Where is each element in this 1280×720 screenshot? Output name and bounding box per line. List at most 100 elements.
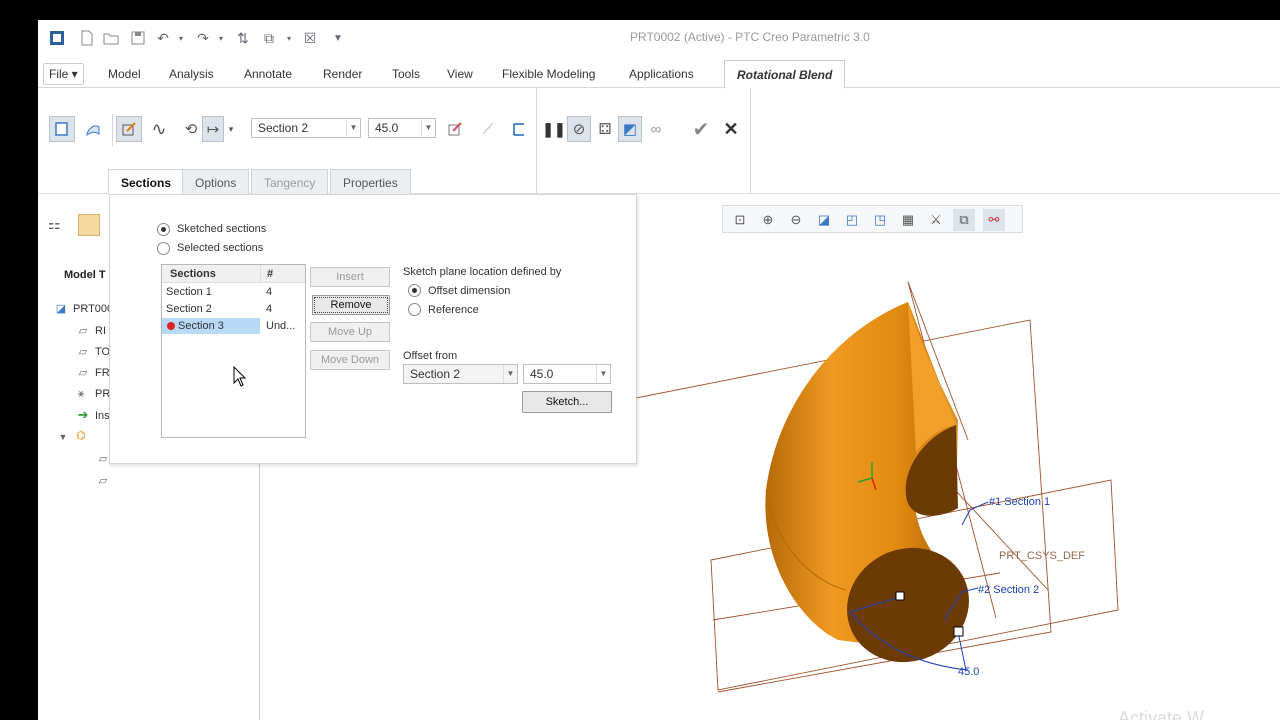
section1-label[interactable]: #1 Section 1 xyxy=(989,496,1050,508)
no-preview-icon[interactable]: ⊘ xyxy=(567,116,591,142)
rotation-axis-icon[interactable]: ⟲ xyxy=(178,116,204,142)
csys-icon: ⚹ xyxy=(77,388,85,400)
angle-dimension-label[interactable]: 45.0 xyxy=(958,666,979,678)
tree-item-top[interactable]: TO xyxy=(95,346,110,358)
datum-plane-icon: ▱ xyxy=(78,346,88,358)
thicken-icon[interactable] xyxy=(506,116,532,142)
remove-button[interactable]: Remove xyxy=(312,295,390,315)
drag-handle[interactable] xyxy=(953,626,964,637)
radio-reference[interactable] xyxy=(408,303,421,316)
tab-model[interactable]: Model xyxy=(100,62,149,86)
table-row[interactable]: Section 2 4 xyxy=(162,301,305,317)
model-tree-tab-icon[interactable]: ⚏ xyxy=(48,216,68,236)
dashboard-tab-tangency[interactable]: Tangency xyxy=(251,169,329,195)
preview-mesh-icon[interactable]: ⚃ xyxy=(593,116,617,142)
repaint-icon[interactable]: ◪ xyxy=(813,209,835,231)
column-header-sections: Sections xyxy=(162,265,260,283)
preview-geometry-icon[interactable]: ◩ xyxy=(618,116,642,142)
tab-analysis[interactable]: Analysis xyxy=(161,62,222,86)
chevron-down-icon: ▼ xyxy=(346,119,360,137)
angle-value-combo[interactable]: 45.0 ▼ xyxy=(368,118,436,138)
radio-selected-sections[interactable] xyxy=(157,242,170,255)
redo-dropdown-icon[interactable]: ▾ xyxy=(212,29,230,47)
tree-item-insert-here[interactable]: Ins xyxy=(95,410,110,422)
table-row[interactable]: Section 3 Und... xyxy=(162,318,305,334)
expand-arrow-icon[interactable]: ▼ xyxy=(56,430,70,444)
accept-check-icon[interactable]: ✔ xyxy=(688,116,714,142)
app-logo-icon[interactable] xyxy=(48,29,66,47)
tree-root[interactable]: PRT000 xyxy=(73,303,113,315)
cancel-x-icon[interactable]: ✕ xyxy=(718,116,744,142)
undo-icon[interactable]: ↶ xyxy=(154,29,172,47)
solid-icon[interactable] xyxy=(49,116,75,142)
perspective-icon[interactable]: ⚔ xyxy=(925,209,947,231)
sketch-icon: ▱ xyxy=(98,475,108,487)
csys-label[interactable]: PRT_CSYS_DEF xyxy=(999,550,1085,562)
section-name: Section 1 xyxy=(166,286,212,298)
table-row[interactable]: Section 1 4 xyxy=(162,284,305,300)
dashboard-tab-properties[interactable]: Properties xyxy=(330,169,411,195)
location-label: Sketch plane location defined by xyxy=(403,266,562,278)
zoom-out-icon[interactable]: ⊖ xyxy=(785,209,807,231)
chevron-down-icon: ▼ xyxy=(421,119,435,137)
angle-dimension-icon[interactable]: ↦ xyxy=(202,116,224,142)
selected-sections-icon[interactable]: ∿ xyxy=(146,116,172,142)
tree-item-right[interactable]: RI xyxy=(95,325,106,337)
zoom-in-icon[interactable]: ⊕ xyxy=(757,209,779,231)
windows-icon[interactable]: ⧉ xyxy=(260,29,278,47)
customize-qat-icon[interactable]: ▼ xyxy=(329,29,347,47)
sketch-button[interactable]: Sketch... xyxy=(522,391,612,413)
verify-glasses-icon[interactable]: ∞ xyxy=(644,116,668,142)
drag-handle[interactable] xyxy=(895,591,905,601)
radio-sketched-sections[interactable] xyxy=(157,223,170,236)
folder-browser-tab-icon[interactable] xyxy=(78,214,100,236)
save-icon[interactable] xyxy=(129,29,147,47)
model-tree-header: Model T xyxy=(64,269,106,281)
offset-value-combo[interactable]: 45.0 ▼ xyxy=(523,364,611,384)
tab-tools[interactable]: Tools xyxy=(384,62,428,86)
remove-material-icon[interactable]: ⟋ xyxy=(475,116,501,142)
undo-dropdown-icon[interactable]: ▾ xyxy=(172,29,190,47)
blend-feature-icon: ⌬ xyxy=(76,430,86,442)
windows-dropdown-icon[interactable]: ▾ xyxy=(280,29,298,47)
surface-icon[interactable] xyxy=(80,116,106,142)
redo-icon[interactable]: ↷ xyxy=(194,29,212,47)
offset-value: 45.0 xyxy=(530,367,554,381)
tab-flexible-modeling[interactable]: Flexible Modeling xyxy=(494,62,603,86)
new-file-icon[interactable] xyxy=(78,29,96,47)
chevron-down-icon: ▼ xyxy=(596,365,610,383)
insert-button[interactable]: Insert xyxy=(310,267,390,287)
radio-offset-dimension-label: Offset dimension xyxy=(428,285,511,297)
pause-icon[interactable]: ❚❚ xyxy=(541,116,567,142)
offset-from-combo[interactable]: Section 2 ▼ xyxy=(403,364,518,384)
tab-annotate[interactable]: Annotate xyxy=(236,62,300,86)
view-manager-icon[interactable]: ▦ xyxy=(897,209,919,231)
tree-item-front[interactable]: FR xyxy=(95,367,110,379)
tab-applications[interactable]: Applications xyxy=(621,62,702,86)
close-window-icon[interactable]: ☒ xyxy=(301,29,319,47)
saved-orientations-icon[interactable]: ◳ xyxy=(869,209,891,231)
sketch-edit-icon[interactable] xyxy=(442,116,468,142)
tab-file[interactable]: File ▾ xyxy=(43,63,84,85)
tab-rotational-blend[interactable]: Rotational Blend xyxy=(724,60,846,89)
display-style-icon[interactable]: ◰ xyxy=(841,209,863,231)
section-selector-combo[interactable]: Section 2 ▼ xyxy=(251,118,361,138)
dashboard-tab-options[interactable]: Options xyxy=(182,169,250,195)
radio-offset-dimension[interactable] xyxy=(408,284,421,297)
move-down-button[interactable]: Move Down xyxy=(310,350,390,370)
chevron-down-icon: ▼ xyxy=(503,365,517,383)
tab-view[interactable]: View xyxy=(439,62,481,86)
tab-render[interactable]: Render xyxy=(315,62,370,86)
regenerate-icon[interactable]: ⇅ xyxy=(234,29,252,47)
annotation-display-icon[interactable]: ⚯ xyxy=(983,209,1005,231)
open-file-icon[interactable] xyxy=(102,29,120,47)
tree-item-csys[interactable]: PR xyxy=(95,388,110,400)
angle-dimension-dropdown-icon[interactable]: ▾ xyxy=(224,116,238,142)
move-up-button[interactable]: Move Up xyxy=(310,322,390,342)
section2-label[interactable]: #2 Section 2 xyxy=(978,584,1039,596)
dashboard-tab-sections[interactable]: Sections xyxy=(108,169,185,195)
sketched-sections-icon[interactable] xyxy=(116,116,142,142)
datum-display-icon[interactable]: ⧉ xyxy=(953,209,975,231)
refit-icon[interactable]: ⊡ xyxy=(729,209,751,231)
sketch-icon: ▱ xyxy=(98,453,108,465)
